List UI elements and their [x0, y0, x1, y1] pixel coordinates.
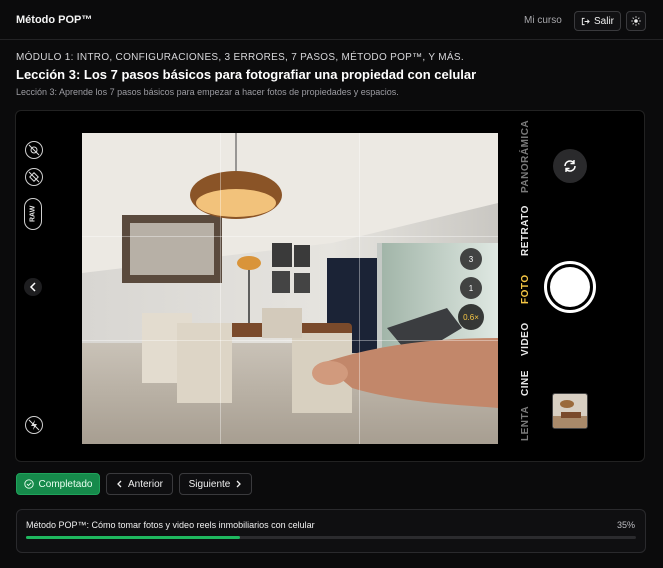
course-progress-card: Método POP™: Cómo tomar fotos y video re…: [16, 509, 646, 553]
grid-line: [82, 236, 498, 237]
chevron-right-icon: [236, 480, 242, 488]
next-lesson-button[interactable]: Siguiente: [179, 473, 252, 495]
top-bar: Método POP™ Mi curso Salir: [0, 0, 663, 40]
mode-retrato: RETRATO: [520, 205, 531, 256]
mode-foto: FOTO: [520, 274, 531, 304]
mode-panoramica: PANORÁMICA: [520, 119, 531, 193]
course-progress-percent: 35%: [616, 520, 635, 530]
course-progress-fill: [26, 536, 240, 539]
video-prev-arrow-icon[interactable]: [24, 278, 42, 296]
course-title: Método POP™: Cómo tomar fotos y video re…: [26, 520, 315, 530]
brand-name[interactable]: Método POP™: [16, 14, 92, 26]
raw-toggle: RAW: [24, 198, 42, 230]
mode-video: VIDEO: [520, 322, 531, 356]
zoom-1x: 1: [460, 277, 482, 299]
chevron-left-icon: [117, 480, 122, 488]
switch-camera-icon: [553, 149, 587, 183]
zoom-3x: 3: [460, 248, 482, 270]
previous-lesson-button[interactable]: Anterior: [106, 473, 173, 495]
previous-label: Anterior: [127, 478, 163, 490]
completed-label: Completado: [38, 478, 93, 490]
module-label: MÓDULO 1: INTRO, CONFIGURACIONES, 3 ERRO…: [16, 52, 464, 63]
grid-line: [220, 133, 221, 444]
logout-button[interactable]: Salir: [574, 11, 621, 31]
check-circle-icon: [23, 479, 34, 489]
zoom-0-6x: 0.6×: [458, 304, 484, 330]
my-course-link[interactable]: Mi curso: [524, 15, 562, 26]
mode-lenta: LENTA: [520, 405, 531, 441]
sun-icon: [631, 16, 641, 26]
course-progress-bar: [26, 536, 636, 539]
shutter-button: [544, 261, 596, 313]
lesson-video-player[interactable]: RAW 3 1 0.6× PANORÁMICA RETRATO FOTO VID…: [15, 110, 645, 462]
lesson-subtitle: Lección 3: Aprende los 7 pasos básicos p…: [16, 87, 399, 97]
logout-label: Salir: [593, 15, 614, 27]
styles-off-icon: [25, 168, 43, 186]
lesson-title: Lección 3: Los 7 pasos básicos para foto…: [16, 67, 477, 82]
completed-button[interactable]: Completado: [16, 473, 100, 495]
logout-icon: [581, 17, 590, 25]
live-photo-off-icon: [25, 141, 43, 159]
viewfinder-photo: [82, 133, 498, 444]
mode-cine: CINE: [520, 370, 531, 396]
grid-line: [359, 133, 360, 444]
flash-off-icon: [25, 416, 43, 434]
next-label: Siguiente: [188, 478, 231, 490]
last-photo-thumbnail: [552, 393, 588, 429]
grid-line: [82, 340, 498, 341]
theme-toggle-button[interactable]: [626, 11, 646, 31]
